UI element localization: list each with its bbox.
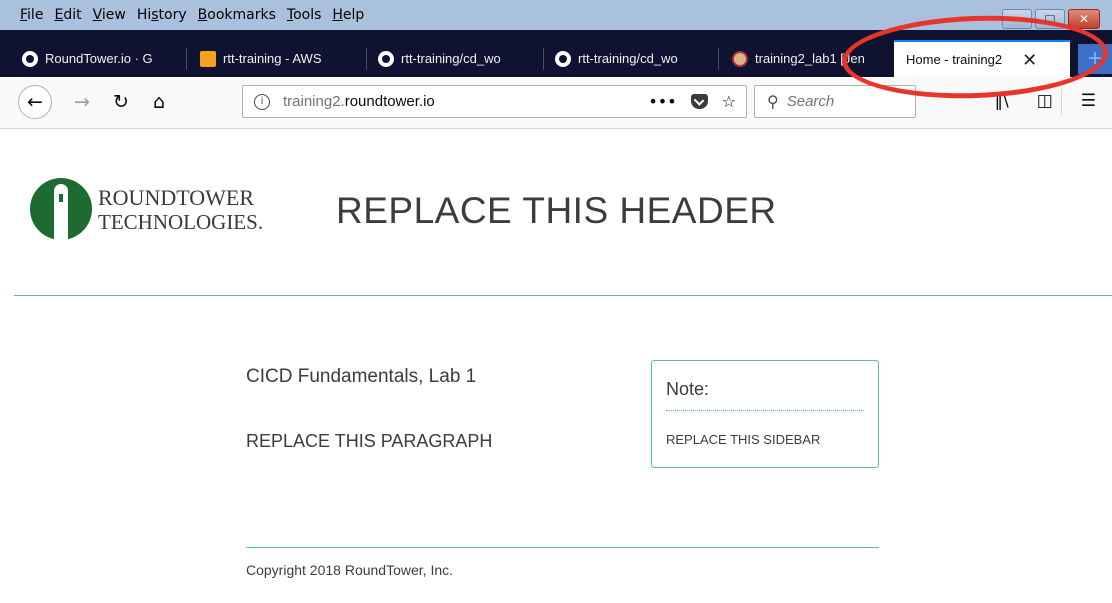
new-tab-button[interactable]: + (1078, 44, 1112, 74)
menu-help[interactable]: Help (332, 7, 364, 23)
note-sidebar: Note: REPLACE THIS SIDEBAR (651, 360, 879, 468)
search-icon: ⚲ (767, 92, 779, 111)
maximize-button[interactable]: □ (1035, 9, 1065, 29)
forward-button[interactable]: → (70, 89, 94, 115)
search-bar[interactable]: ⚲ Search (754, 85, 916, 118)
tab-label: rtt-training/cd_wo (401, 51, 501, 66)
tower-logo-icon (30, 178, 92, 240)
url-bar[interactable]: i training2.roundtower.io ••• ☆ (242, 85, 747, 118)
tab-strip: RoundTower.io · G rtt-training - AWS rtt… (0, 30, 1112, 77)
maximize-icon: □ (1044, 12, 1056, 26)
minimize-button[interactable]: – (1002, 9, 1032, 29)
github-icon (22, 50, 38, 67)
github-icon (555, 50, 571, 67)
arrow-right-icon: → (74, 91, 90, 113)
reload-icon: ↻ (113, 91, 129, 113)
logo-line-1: ROUNDTOWER (98, 185, 255, 210)
reload-button[interactable]: ↻ (108, 89, 134, 115)
roundtower-logo[interactable]: ROUNDTOWER TECHNOLOGIES. (30, 178, 264, 248)
logo-line-2: TECHNOLOGIES. (98, 210, 264, 234)
back-button[interactable]: ← (18, 85, 52, 119)
pocket-icon[interactable] (690, 94, 708, 109)
tab-label: rtt-training/cd_wo (578, 51, 678, 66)
tab-aws[interactable]: rtt-training - AWS (188, 43, 360, 74)
sidebar-text: REPLACE THIS SIDEBAR (666, 432, 821, 447)
jenkins-icon (732, 50, 748, 67)
footer-divider (246, 547, 879, 548)
tab-jenkins[interactable]: training2_lab1 [Jen (720, 43, 892, 74)
tab-label: RoundTower.io · G (45, 51, 153, 66)
minimize-icon: – (1014, 12, 1020, 26)
site-header: ROUNDTOWER TECHNOLOGIES. REPLACE THIS HE… (14, 130, 1112, 296)
home-icon: ⌂ (152, 91, 166, 113)
sidebar-icon[interactable]: ◫ (1037, 91, 1053, 111)
url-text[interactable]: training2.roundtower.io (283, 93, 435, 110)
paragraph: REPLACE THIS PARAGRAPH (246, 431, 493, 451)
close-icon: ✕ (1078, 12, 1090, 26)
tab-cd-workshop-2[interactable]: rtt-training/cd_wo (543, 43, 713, 74)
tab-cd-workshop-1[interactable]: rtt-training/cd_wo (366, 43, 538, 74)
aws-icon (200, 50, 216, 67)
page-title: REPLACE THIS HEADER (336, 190, 777, 231)
menu-tools[interactable]: Tools (287, 7, 322, 23)
close-window-button[interactable]: ✕ (1068, 9, 1100, 29)
arrow-left-icon: ← (27, 91, 43, 113)
library-icon[interactable]: ‖\ (994, 91, 1008, 111)
divider (666, 410, 864, 411)
bookmark-star-icon[interactable]: ☆ (722, 92, 736, 111)
tab-label: rtt-training - AWS (223, 51, 322, 66)
footer-copyright: Copyright 2018 RoundTower, Inc. (246, 562, 454, 578)
tab-roundtower-github[interactable]: RoundTower.io · G (10, 43, 180, 74)
menu-file[interactable]: File (20, 7, 43, 23)
close-tab-icon[interactable]: ✕ (1022, 51, 1037, 69)
home-button[interactable]: ⌂ (146, 89, 172, 115)
search-input[interactable]: Search (787, 93, 835, 110)
hamburger-menu-icon[interactable]: ☰ (1081, 91, 1096, 111)
plus-icon: + (1087, 45, 1102, 72)
menu-bar: File Edit View History Bookmarks Tools H… (0, 0, 1112, 30)
navigation-toolbar: ← → ↻ ⌂ i training2.roundtower.io ••• ☆ … (0, 77, 1112, 129)
sidebar-title: Note: (666, 379, 710, 399)
lab-title: CICD Fundamentals, Lab 1 (246, 366, 477, 387)
tab-home-training2[interactable]: Home - training2 ✕ (894, 40, 1070, 77)
page-actions-icon[interactable]: ••• (648, 92, 676, 111)
tab-label: training2_lab1 [Jen (755, 51, 865, 66)
tab-label: Home - training2 (906, 52, 1003, 67)
main-content: CICD Fundamentals, Lab 1 REPLACE THIS PA… (246, 366, 646, 452)
window-controls: – □ ✕ (1002, 9, 1100, 29)
menu-bookmarks[interactable]: Bookmarks (198, 7, 276, 23)
menu-view[interactable]: View (93, 7, 126, 23)
github-icon (378, 50, 394, 67)
info-icon[interactable]: i (254, 93, 270, 110)
page-content: ROUNDTOWER TECHNOLOGIES. REPLACE THIS HE… (0, 130, 1112, 603)
menu-edit[interactable]: Edit (54, 7, 81, 23)
menu-history[interactable]: History (137, 7, 187, 23)
